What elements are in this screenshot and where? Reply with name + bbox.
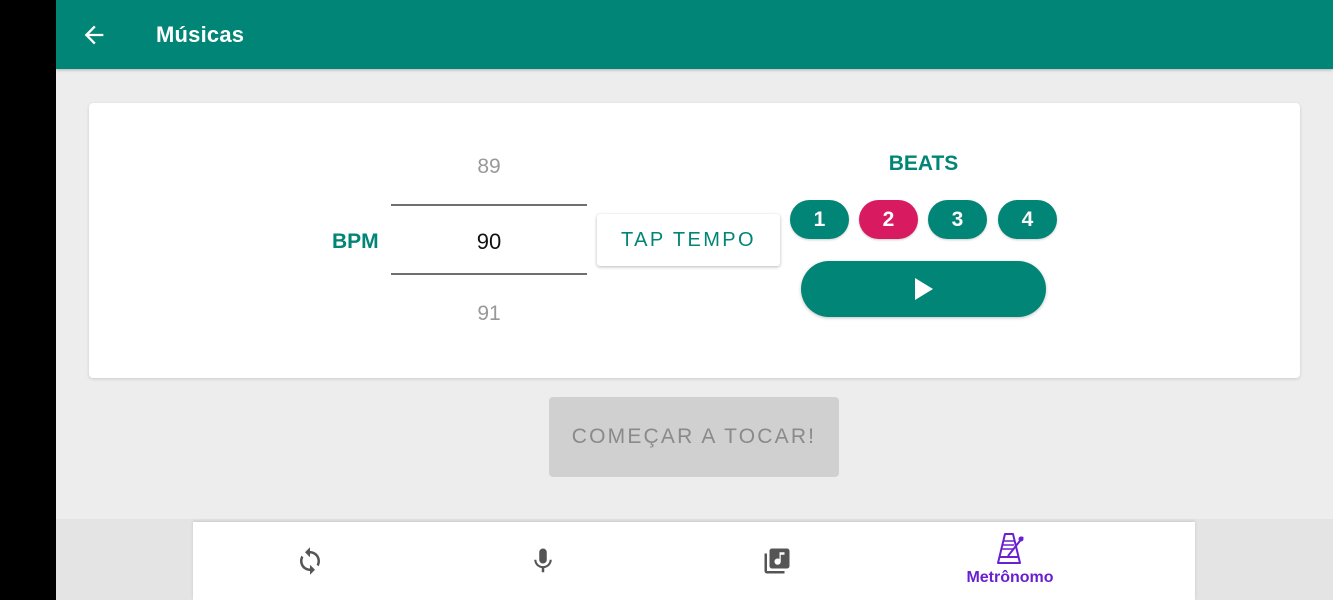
metronome-card: BPM 89 90 91 TAP TEMPO BEATS 1 2 3 4 [89, 103, 1300, 378]
play-button[interactable] [801, 261, 1046, 317]
picker-divider-bottom [391, 273, 587, 275]
metronome-icon [997, 533, 1024, 564]
nav-item-microphone[interactable] [493, 522, 593, 600]
bottom-navigation: Metrônomo [193, 522, 1195, 600]
picker-divider-top [391, 204, 587, 206]
play-icon [914, 278, 933, 300]
start-playing-button[interactable]: COMEÇAR A TOCAR! [549, 397, 839, 477]
sync-icon [300, 547, 320, 575]
page-title: Músicas [156, 22, 245, 47]
back-button[interactable] [74, 15, 114, 55]
nav-item-music-library[interactable] [727, 522, 827, 600]
nav-item-metronome-label: Metrônomo [966, 569, 1054, 586]
app-screen: Músicas BPM 89 90 91 TAP TEMPO BEATS 1 2… [56, 0, 1333, 600]
bpm-previous-value[interactable]: 89 [391, 155, 587, 179]
beat-button-3[interactable]: 3 [928, 200, 987, 239]
bpm-next-value[interactable]: 91 [391, 302, 587, 326]
microphone-icon [534, 548, 552, 573]
beat-button-2[interactable]: 2 [859, 200, 918, 239]
app-bar: Músicas [56, 0, 1333, 69]
beat-button-1[interactable]: 1 [790, 200, 849, 239]
tap-tempo-button[interactable]: TAP TEMPO [597, 214, 780, 266]
bpm-label: BPM [332, 230, 379, 253]
music-library-icon [764, 548, 790, 574]
bpm-current-value[interactable]: 90 [391, 229, 587, 255]
arrow-left-icon [84, 25, 104, 45]
left-black-bar [0, 0, 56, 600]
beats-title: BEATS [888, 152, 959, 175]
beat-button-4[interactable]: 4 [998, 200, 1057, 239]
nav-item-sync[interactable] [260, 522, 360, 600]
nav-item-metronome[interactable]: Metrônomo [945, 522, 1075, 600]
